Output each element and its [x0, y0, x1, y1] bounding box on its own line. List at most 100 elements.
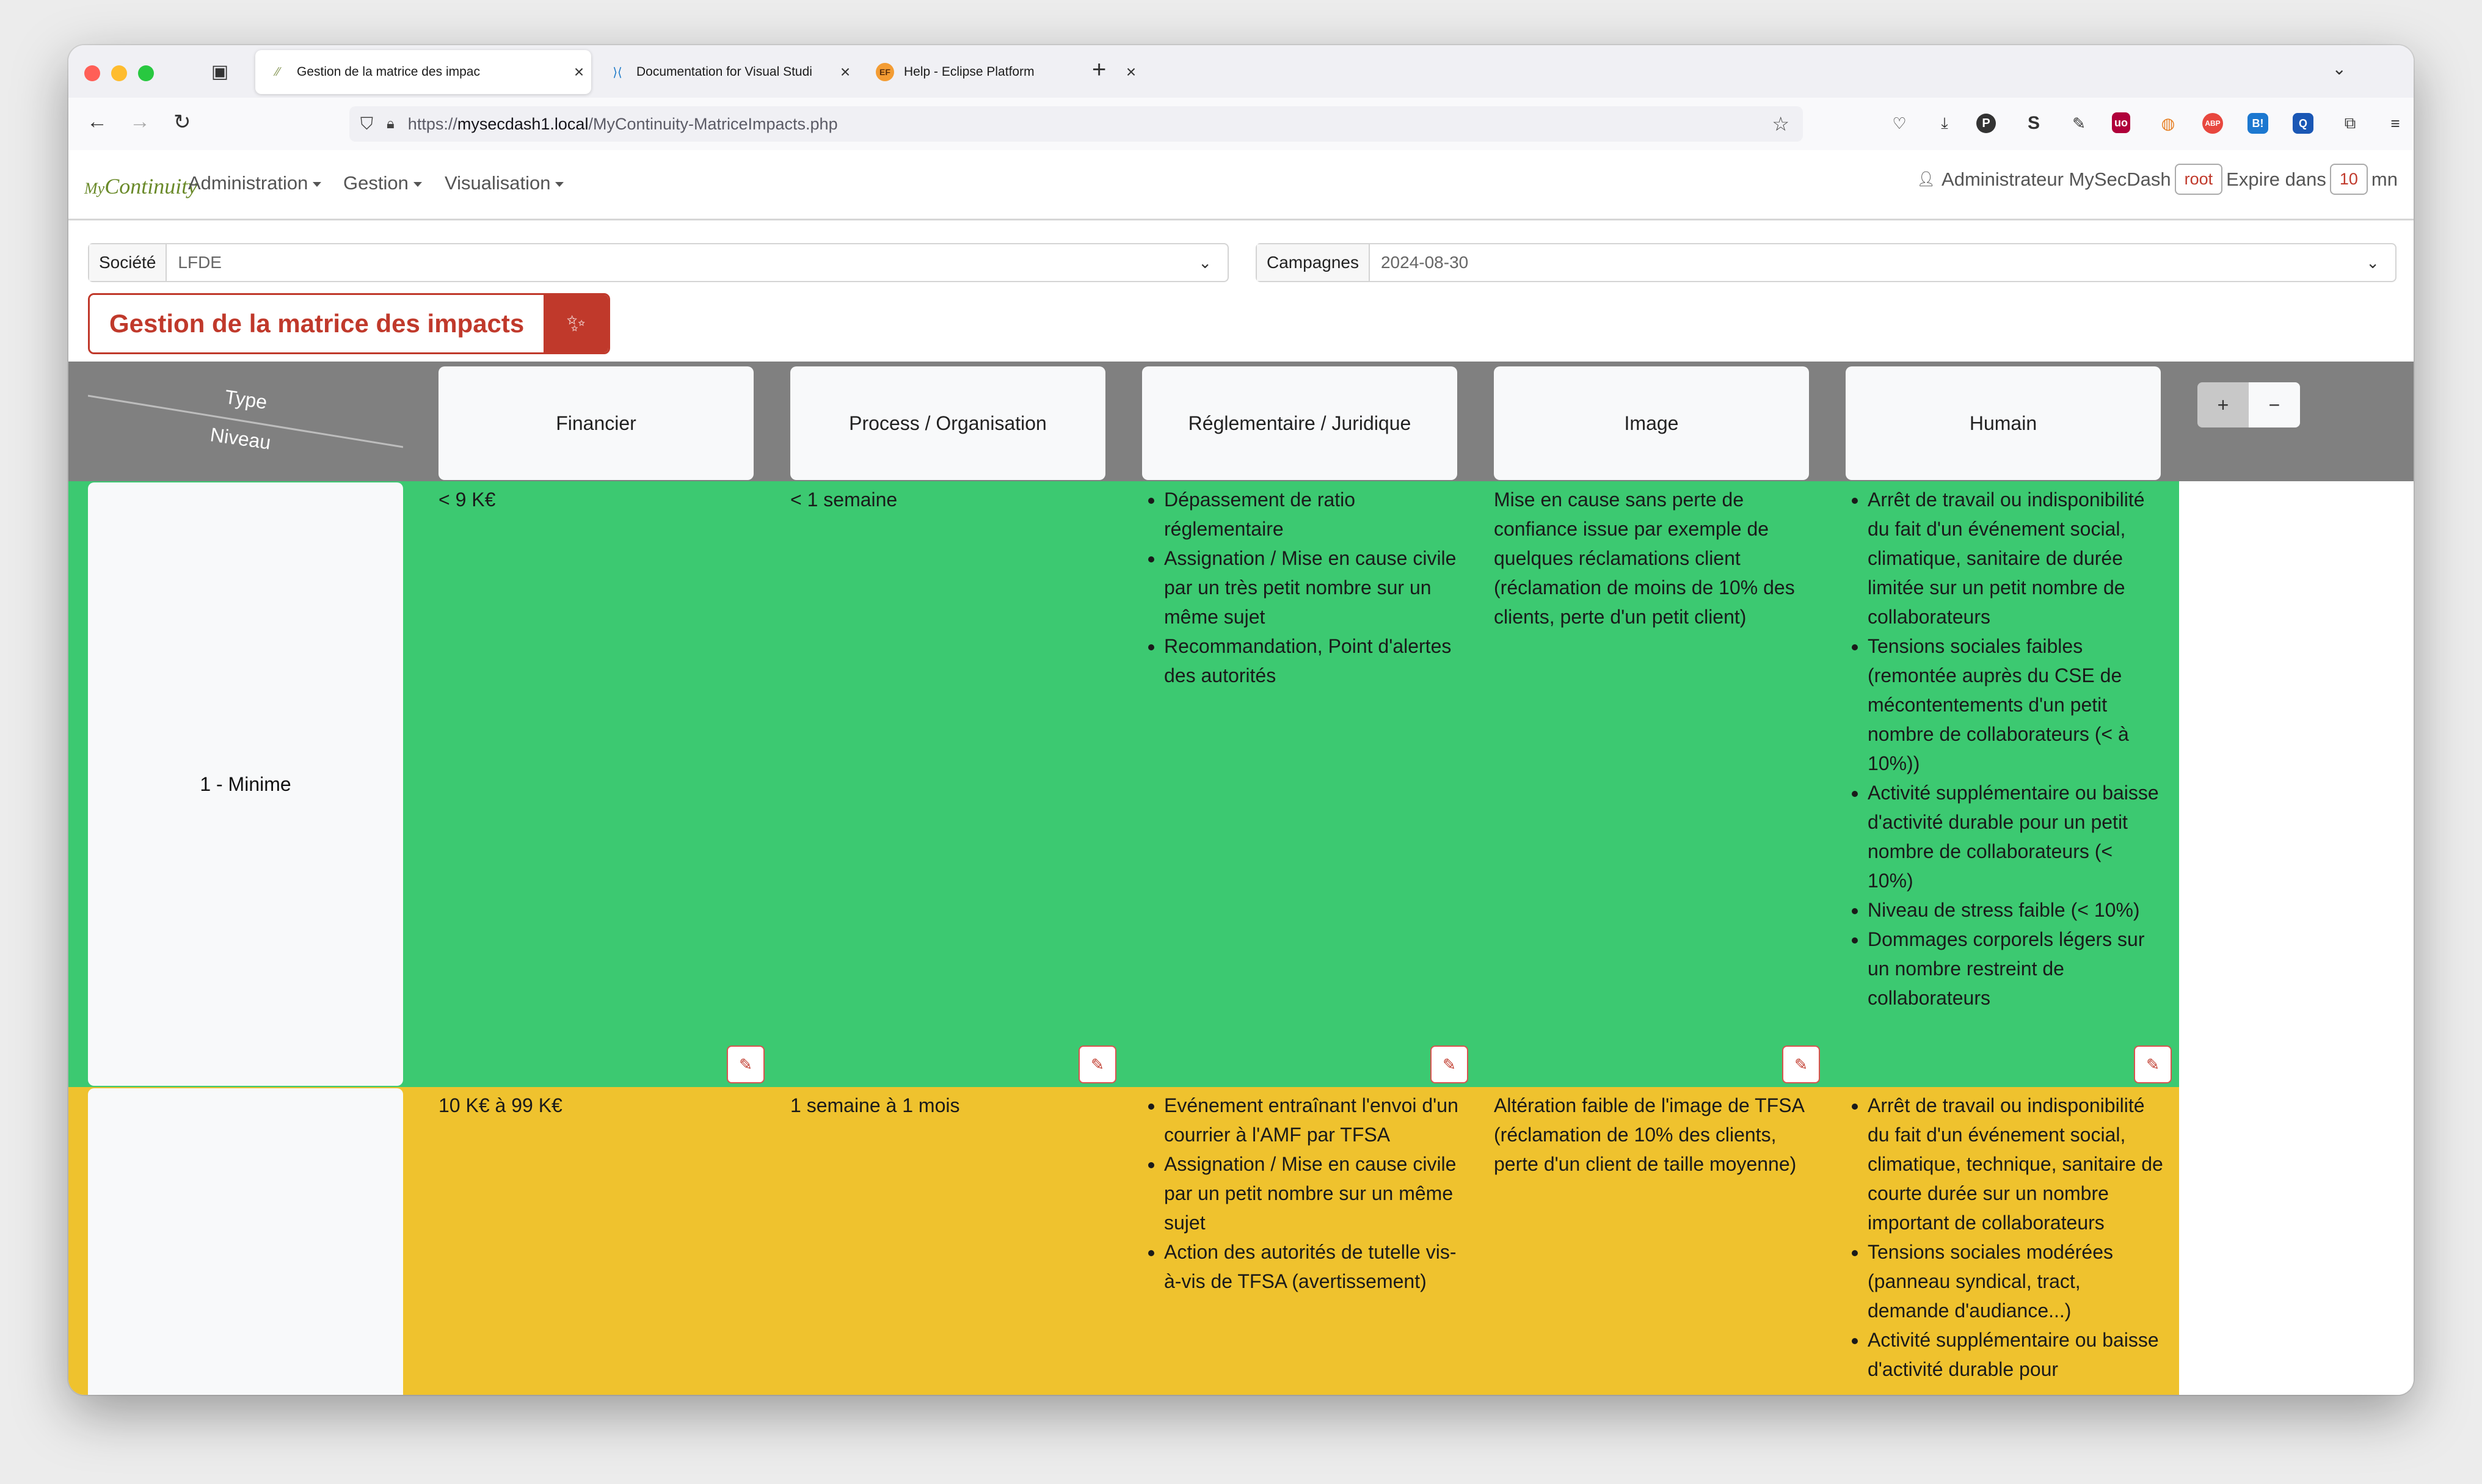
close-window-button[interactable] [84, 65, 100, 81]
chevron-down-icon[interactable]: ⌄ [1198, 253, 1212, 272]
pocket-icon[interactable]: ♡ [1887, 111, 1912, 136]
column-header-image[interactable]: Image [1494, 366, 1809, 480]
list-item: Recommandation, Point d'alertes des auto… [1164, 631, 1460, 690]
column-header-financier[interactable]: Financier [439, 366, 754, 480]
list-item: Tensions sociales faibles (remontée aupr… [1868, 631, 2163, 778]
user-icon: 👤︎ [1916, 171, 1936, 187]
eclipse-icon: EF [875, 62, 895, 82]
remove-column-button[interactable]: − [2249, 382, 2300, 427]
list-item: Activité supplémentaire ou baisse d'acti… [1868, 778, 2163, 895]
reload-icon[interactable]: ↻ [173, 110, 191, 134]
user-login-badge: root [2174, 164, 2223, 195]
column-header-humain[interactable]: Humain [1846, 366, 2161, 480]
menu-hamburger-icon[interactable]: ≡ [2383, 111, 2407, 136]
close-tab-icon[interactable]: × [833, 62, 857, 82]
expire-label: Expire dans [2226, 168, 2326, 190]
maximize-window-button[interactable] [138, 65, 154, 81]
mycontinuity-logo[interactable]: MyContinuity [84, 173, 197, 199]
menu-administration[interactable]: Administration [188, 172, 321, 194]
adblock-plus-icon[interactable]: ABP [2202, 113, 2223, 134]
url-text[interactable]: https://mysecdash1.local/MyContinuity-Ma… [408, 115, 838, 134]
minimize-window-button[interactable] [111, 65, 127, 81]
row-empty-space [2179, 481, 2414, 1087]
lock-icon[interactable]: 🔒︎ [387, 115, 395, 133]
edit-pencil-icon[interactable]: ✎ [1079, 1046, 1116, 1083]
browser-window: ▣ ⁄⁄ Gestion de la matrice des impac × ⟩… [68, 45, 2414, 1395]
cell-image: Altération faible de l'image de TFSA (ré… [1494, 1094, 1804, 1175]
column-header-reglementaire[interactable]: Réglementaire / Juridique [1142, 366, 1457, 480]
user-name[interactable]: Administrateur MySecDash [1942, 169, 2171, 191]
magic-wand-button[interactable]: ✨︎ [544, 295, 609, 352]
list-item: Dommages corporels légers sur un nombre … [1868, 925, 2163, 1013]
societe-value[interactable]: LFDE [167, 253, 1198, 272]
eyedropper-icon[interactable]: ✎ [2067, 111, 2091, 136]
cell-humain: Arrêt de travail ou indisponibilité du f… [1846, 1091, 2163, 1384]
extension-bowl-icon[interactable]: ◍ [2156, 111, 2180, 136]
list-item: Evénement entraînant l'envoi d'un courri… [1164, 1091, 1460, 1149]
app-navbar: MyContinuity Administration Gestion Visu… [68, 150, 2414, 220]
matrix-row-1: 1 - Minime < 9 K€ < 1 semaine Dépassemen… [68, 481, 2414, 1087]
campagnes-select[interactable]: Campagnes 2024-08-30 ⌄ [1256, 243, 2396, 282]
expire-unit: mn [2371, 168, 2398, 190]
level-cell: 1 - Minime [88, 482, 403, 1086]
societe-label: Société [89, 244, 167, 281]
address-bar[interactable]: ⛉ 🔒︎ https://mysecdash1.local/MyContinui… [349, 106, 1803, 142]
browser-tab-2[interactable]: ⟩⟨ Documentation for Visual Studi × [595, 50, 857, 94]
matrix-header: Type Niveau Financier Process / Organisa… [68, 362, 2414, 481]
list-item: Action des autorités de tutelle vis-à-vi… [1164, 1237, 1460, 1296]
extensions-puzzle-icon[interactable]: ⧉ [2338, 111, 2362, 136]
tracking-protection-shield-icon[interactable]: ⛉ [360, 114, 373, 134]
menu-visualisation[interactable]: Visualisation [445, 172, 564, 194]
campagnes-value[interactable]: 2024-08-30 [1370, 253, 2366, 272]
new-tab-icon[interactable]: + [1092, 56, 1106, 84]
edit-pencil-icon[interactable]: ✎ [727, 1046, 765, 1083]
level-cell [88, 1088, 403, 1395]
corner-diagonal-line [88, 395, 403, 448]
edit-pencil-icon[interactable]: ✎ [1430, 1046, 1468, 1083]
extension-bi-icon[interactable]: B! [2247, 113, 2268, 134]
downloads-icon[interactable]: ⤓ [1932, 111, 1957, 136]
add-column-button[interactable]: + [2197, 382, 2249, 427]
societe-select[interactable]: Société LFDE ⌄ [88, 243, 1229, 282]
tab-strip: ▣ ⁄⁄ Gestion de la matrice des impac × ⟩… [68, 45, 2414, 98]
ublock-icon[interactable]: uo [2112, 112, 2130, 133]
list-item: Arrêt de travail ou indisponibilité du f… [1868, 485, 2163, 631]
vscode-icon: ⟩⟨ [613, 65, 622, 79]
list-item: Activité supplémentaire ou baisse d'acti… [1868, 1325, 2163, 1384]
tab-title: Documentation for Visual Studi [636, 65, 812, 79]
list-item: Niveau de stress faible (< 10%) [1868, 895, 2163, 925]
column-header-process[interactable]: Process / Organisation [790, 366, 1105, 480]
list-all-tabs-icon[interactable]: ⌄ [2332, 59, 2346, 79]
user-info: 👤︎ Administrateur MySecDash root Expire … [1917, 164, 2398, 195]
extension-q-icon[interactable]: Q [2293, 113, 2313, 134]
tab-title: Help - Eclipse Platform [904, 65, 1035, 79]
tab-title: Gestion de la matrice des impac [297, 65, 480, 79]
cell-humain: Arrêt de travail ou indisponibilité du f… [1846, 485, 2163, 1013]
menu-gestion[interactable]: Gestion [343, 172, 422, 194]
navigation-bar: ← → ↻ ⛉ 🔒︎ https://mysecdash1.local/MyCo… [68, 98, 2414, 151]
tabs-overview-icon[interactable]: ▣ [208, 62, 232, 82]
expire-value-badge: 10 [2329, 164, 2368, 195]
extension-s-icon[interactable]: S [2022, 111, 2046, 136]
cell-process: < 1 semaine [790, 489, 898, 511]
list-item: Assignation / Mise en cause civile par u… [1164, 544, 1460, 631]
cell-reglementaire: Dépassement de ratio réglementaire Assig… [1142, 485, 1460, 690]
matrix-corner: Type Niveau [88, 362, 403, 481]
cell-reglementaire: Evénement entraînant l'envoi d'un courri… [1142, 1091, 1460, 1296]
browser-tab-1[interactable]: ⁄⁄ Gestion de la matrice des impac × [255, 50, 591, 94]
close-tab-icon[interactable]: × [1119, 62, 1143, 82]
page-title-box: Gestion de la matrice des impacts ✨︎ [88, 293, 611, 354]
forward-arrow-icon[interactable]: → [129, 110, 150, 134]
edit-pencil-icon[interactable]: ✎ [1782, 1046, 1820, 1083]
matrix-row-2: 10 K€ à 99 K€ 1 semaine à 1 mois Evéneme… [68, 1087, 2414, 1395]
close-tab-icon[interactable]: × [567, 62, 591, 82]
list-item: Dépassement de ratio réglementaire [1164, 485, 1460, 544]
cell-financier: 10 K€ à 99 K€ [439, 1094, 562, 1116]
cell-process: 1 semaine à 1 mois [790, 1094, 960, 1116]
chevron-down-icon[interactable]: ⌄ [2366, 253, 2379, 272]
edit-pencil-icon[interactable]: ✎ [2134, 1046, 2172, 1083]
bookmark-star-icon[interactable]: ☆ [1772, 112, 1789, 136]
list-item: Assignation / Mise en cause civile par u… [1164, 1149, 1460, 1237]
back-arrow-icon[interactable]: ← [87, 110, 107, 134]
extension-p-icon[interactable]: P [1976, 114, 1996, 133]
